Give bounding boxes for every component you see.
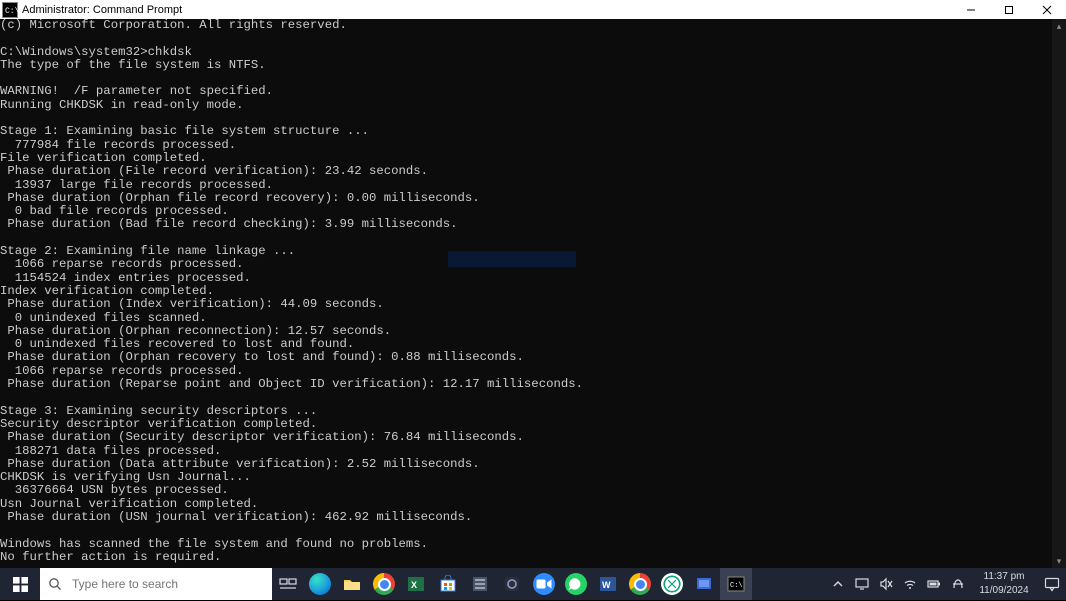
task-view-button[interactable] (272, 568, 304, 600)
taskbar-app-word[interactable]: W (592, 568, 624, 600)
minimize-button[interactable] (952, 0, 990, 19)
taskbar-app-whatsapp[interactable] (560, 568, 592, 600)
taskbar-app-cmd[interactable]: C:\ (720, 568, 752, 600)
taskbar: X W C:\ (0, 568, 1066, 600)
search-icon (40, 577, 70, 591)
clock-date: 11/09/2024 (974, 584, 1034, 598)
tray-battery-icon[interactable] (922, 568, 946, 600)
cmd-icon: C:\ (2, 2, 18, 18)
taskbar-app-chatgpt[interactable] (656, 568, 688, 600)
tray-language-icon[interactable] (946, 568, 970, 600)
maximize-button[interactable] (990, 0, 1028, 19)
taskbar-app-chrome-alt[interactable] (624, 568, 656, 600)
svg-text:C:\: C:\ (5, 7, 18, 16)
taskbar-clock[interactable]: 11:37 pm 11/09/2024 (974, 570, 1034, 598)
tray-volume-icon[interactable] (874, 568, 898, 600)
start-button[interactable] (0, 568, 40, 600)
taskbar-app-generic3[interactable] (688, 568, 720, 600)
taskbar-app-generic2[interactable] (496, 568, 528, 600)
window-titlebar: C:\ Administrator: Command Prompt (0, 0, 1066, 19)
window-title: Administrator: Command Prompt (22, 4, 182, 16)
taskbar-app-zoom[interactable] (528, 568, 560, 600)
tray-wifi-icon[interactable] (898, 568, 922, 600)
console-output[interactable]: (c) Microsoft Corporation. All rights re… (0, 19, 1052, 568)
scroll-down-arrow[interactable]: ▾ (1052, 554, 1066, 568)
taskbar-app-explorer[interactable] (336, 568, 368, 600)
taskbar-search[interactable] (40, 568, 272, 600)
svg-text:C:\: C:\ (730, 582, 743, 590)
tray-display-icon[interactable] (850, 568, 874, 600)
taskbar-app-edge[interactable] (304, 568, 336, 600)
scroll-up-arrow[interactable]: ▴ (1052, 19, 1066, 33)
svg-text:W: W (602, 580, 611, 590)
search-input[interactable] (70, 567, 272, 601)
clock-time: 11:37 pm (974, 570, 1034, 584)
taskbar-app-generic1[interactable] (464, 568, 496, 600)
taskbar-app-store[interactable] (432, 568, 464, 600)
close-button[interactable] (1028, 0, 1066, 19)
scrollbar[interactable]: ▴ ▾ (1052, 19, 1066, 568)
taskbar-app-chrome[interactable] (368, 568, 400, 600)
svg-text:X: X (411, 580, 417, 590)
taskbar-app-excel[interactable]: X (400, 568, 432, 600)
tray-chevron-icon[interactable] (826, 568, 850, 600)
action-center-button[interactable] (1038, 568, 1066, 600)
